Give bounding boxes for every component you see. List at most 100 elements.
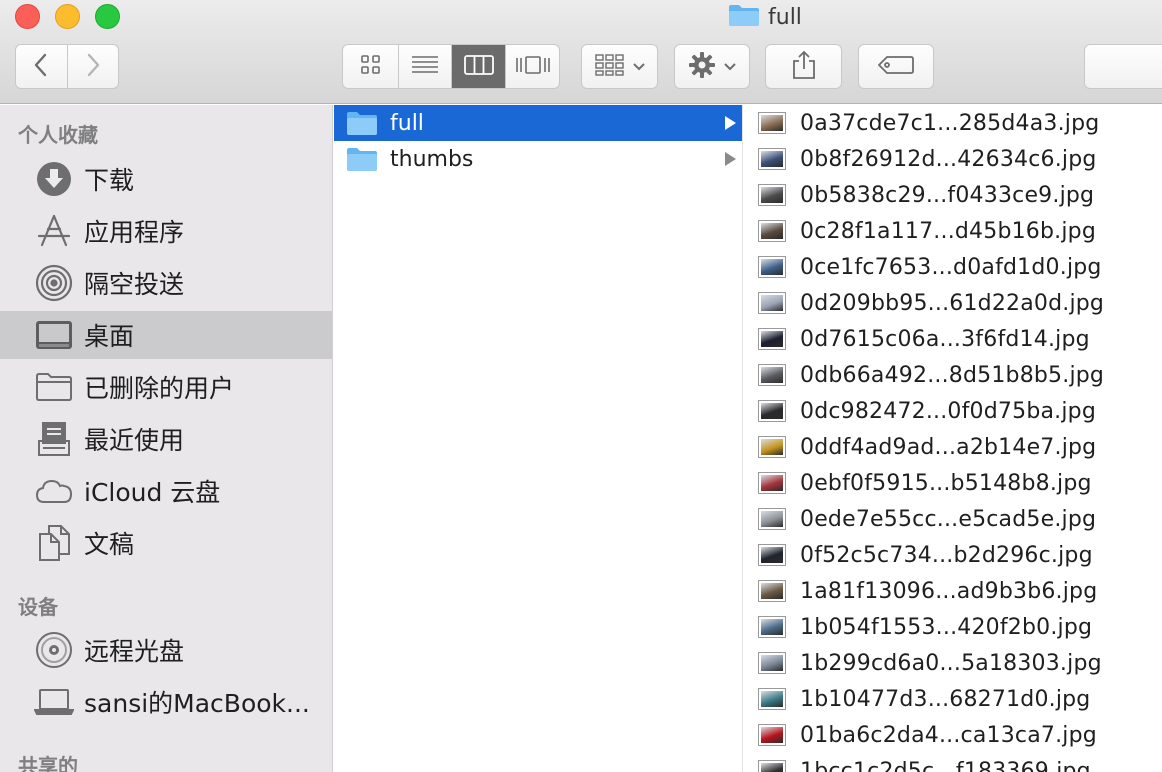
- list-view-button[interactable]: [399, 45, 452, 88]
- icon-view-button[interactable]: [343, 45, 399, 88]
- file-name: 1b054f1553...420f2b0.jpg: [800, 614, 1093, 640]
- file-name: 0d209bb95...61d22a0d.jpg: [800, 290, 1105, 316]
- file-row[interactable]: 0d209bb95...61d22a0d.jpg: [744, 285, 1162, 321]
- image-thumbnail-icon: [758, 760, 786, 772]
- sidebar-item-icloud-drive[interactable]: iCloud 云盘: [0, 467, 332, 515]
- file-row[interactable]: 0a37cde7c1...285d4a3.jpg: [744, 105, 1162, 141]
- sidebar-item-label: 桌面: [84, 322, 135, 351]
- image-thumbnail-icon: [758, 112, 786, 134]
- browser-column-1: full thumbs: [334, 105, 743, 772]
- folder-row-full[interactable]: full: [334, 105, 742, 141]
- file-name: 0dc982472...0f0d75ba.jpg: [800, 398, 1096, 424]
- forward-button[interactable]: [68, 45, 119, 88]
- window-title: full: [728, 3, 802, 31]
- gallery-view-button[interactable]: [506, 45, 559, 88]
- image-thumbnail-icon: [758, 220, 786, 242]
- sidebar-item-label: 隔空投送: [84, 270, 185, 299]
- sidebar-item-label: 文稿: [84, 530, 135, 559]
- image-thumbnail-icon: [758, 148, 786, 170]
- file-row[interactable]: 1b299cd6a0...5a18303.jpg: [744, 645, 1162, 681]
- sidebar-item-applications[interactable]: 应用程序: [0, 207, 332, 255]
- image-thumbnail-icon: [758, 652, 786, 674]
- folder-label: thumbs: [390, 146, 474, 172]
- laptop-icon: [34, 682, 74, 722]
- file-row[interactable]: 1b054f1553...420f2b0.jpg: [744, 609, 1162, 645]
- applications-icon: [34, 211, 74, 251]
- image-thumbnail-icon: [758, 364, 786, 386]
- image-thumbnail-icon: [758, 256, 786, 278]
- search-field[interactable]: [1084, 44, 1162, 89]
- file-row[interactable]: 0b5838c29...f0433ce9.jpg: [744, 177, 1162, 213]
- desktop-icon: [34, 315, 74, 355]
- cover-flow-icon: [515, 54, 551, 80]
- view-mode-control: [342, 44, 560, 89]
- image-thumbnail-icon: [758, 436, 786, 458]
- sidebar-item-label: 下载: [84, 166, 135, 195]
- file-name: 1b299cd6a0...5a18303.jpg: [800, 650, 1102, 676]
- browser-column-2: 0a37cde7c1...285d4a3.jpg 0b8f26912d...426…: [744, 105, 1162, 772]
- file-row[interactable]: 1a81f13096...ad9b3b6.jpg: [744, 573, 1162, 609]
- disclosure-arrow-icon: [725, 116, 736, 130]
- file-row[interactable]: 0db66a492...8d51b8b5.jpg: [744, 357, 1162, 393]
- image-thumbnail-icon: [758, 544, 786, 566]
- file-name: 0f52c5c734...b2d296c.jpg: [800, 542, 1093, 568]
- image-thumbnail-icon: [758, 328, 786, 350]
- sidebar-item-desktop[interactable]: 桌面: [0, 311, 332, 359]
- file-row[interactable]: 1b10477d3...68271d0.jpg: [744, 681, 1162, 717]
- image-thumbnail-icon: [758, 724, 786, 746]
- sidebar-item-airdrop[interactable]: 隔空投送: [0, 259, 332, 307]
- file-row[interactable]: 0ede7e55cc...e5cad5e.jpg: [744, 501, 1162, 537]
- file-name: 1bcc1c2d5c...f183369.jpg: [800, 758, 1091, 772]
- file-row[interactable]: 0ce1fc7653...d0afd1d0.jpg: [744, 249, 1162, 285]
- chevron-down-icon: [724, 57, 736, 76]
- sidebar: 个人收藏 下载 应用程序 隔空投送 桌面 已删除的用户 最近使用 iCloud …: [0, 105, 333, 772]
- image-thumbnail-icon: [758, 292, 786, 314]
- sidebar-item-label: 已删除的用户: [84, 374, 235, 403]
- image-thumbnail-icon: [758, 616, 786, 638]
- sidebar-item-macbook[interactable]: sansi的MacBook...: [0, 678, 332, 726]
- file-name: 0ddf4ad9ad...a2b14e7.jpg: [800, 434, 1097, 460]
- file-name: 1b10477d3...68271d0.jpg: [800, 686, 1091, 712]
- file-row[interactable]: 0b8f26912d...42634c6.jpg: [744, 141, 1162, 177]
- sidebar-item-recents[interactable]: 最近使用: [0, 415, 332, 463]
- folder-icon: [728, 3, 760, 31]
- close-window-button[interactable]: [15, 4, 40, 29]
- file-name: 0a37cde7c1...285d4a3.jpg: [800, 110, 1100, 136]
- image-thumbnail-icon: [758, 400, 786, 422]
- zoom-window-button[interactable]: [95, 4, 120, 29]
- gear-icon: [688, 51, 716, 83]
- file-row[interactable]: 0c28f1a117...d45b16b.jpg: [744, 213, 1162, 249]
- back-button[interactable]: [16, 45, 68, 88]
- file-name: 0ce1fc7653...d0afd1d0.jpg: [800, 254, 1102, 280]
- folder-icon: [346, 146, 378, 176]
- minimize-window-button[interactable]: [55, 4, 80, 29]
- file-row[interactable]: 0ddf4ad9ad...a2b14e7.jpg: [744, 429, 1162, 465]
- documents-icon: [34, 523, 74, 563]
- file-row[interactable]: 0ebf0f5915...b5148b8.jpg: [744, 465, 1162, 501]
- sidebar-item-deleted-users[interactable]: 已删除的用户: [0, 363, 332, 411]
- cloud-icon: [34, 471, 74, 511]
- recents-icon: [34, 419, 74, 459]
- tag-button[interactable]: [858, 44, 934, 89]
- shared-header: 共享的: [18, 754, 78, 772]
- sidebar-item-remote-disc[interactable]: 远程光盘: [0, 626, 332, 674]
- file-row[interactable]: 0dc982472...0f0d75ba.jpg: [744, 393, 1162, 429]
- disclosure-arrow-icon: [725, 152, 736, 166]
- file-row[interactable]: 0d7615c06a...3f6fd14.jpg: [744, 321, 1162, 357]
- file-row[interactable]: 0f52c5c734...b2d296c.jpg: [744, 537, 1162, 573]
- arrange-button[interactable]: [581, 44, 658, 89]
- share-icon: [791, 50, 817, 84]
- sidebar-item-documents[interactable]: 文稿: [0, 519, 332, 567]
- action-button[interactable]: [674, 44, 750, 89]
- column-view-button[interactable]: [452, 45, 506, 88]
- chevron-right-icon: [85, 52, 101, 82]
- folder-row-thumbs[interactable]: thumbs: [334, 141, 742, 177]
- chevron-left-icon: [33, 52, 49, 82]
- image-thumbnail-icon: [758, 472, 786, 494]
- nav-buttons: [15, 44, 119, 89]
- file-row[interactable]: 01ba6c2da4...ca13ca7.jpg: [744, 717, 1162, 753]
- sidebar-item-label: 应用程序: [84, 218, 185, 247]
- file-row[interactable]: 1bcc1c2d5c...f183369.jpg: [744, 753, 1162, 772]
- sidebar-item-downloads[interactable]: 下载: [0, 155, 332, 203]
- share-button[interactable]: [765, 44, 842, 89]
